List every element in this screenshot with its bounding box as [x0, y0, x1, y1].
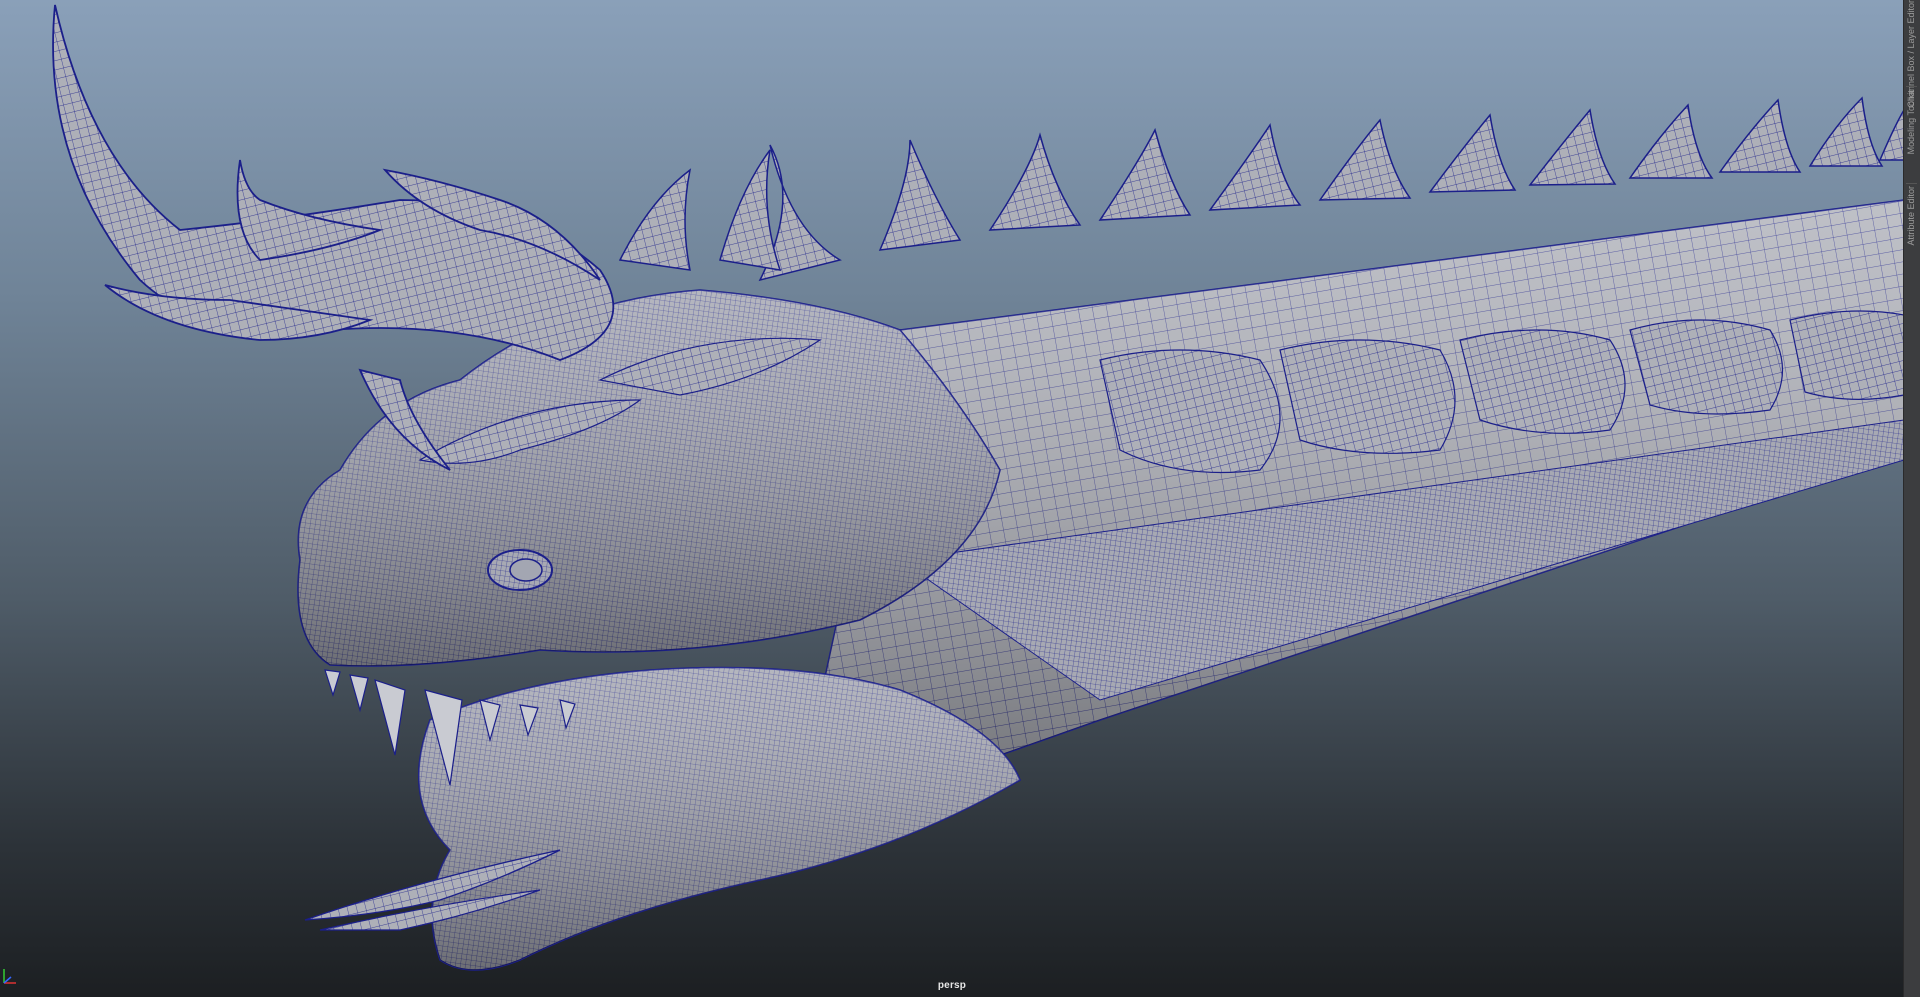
- right-side-panel-tabs: Channel Box / Layer Editor Modeling Tool…: [1903, 0, 1920, 997]
- tab-attribute-editor[interactable]: Attribute Editor: [1904, 186, 1920, 264]
- camera-name-label: persp: [937, 980, 967, 991]
- dragon-mesh: [52, 4, 1904, 971]
- tab-label: Modeling Toolkit: [1906, 90, 1916, 155]
- tab-separator: [1906, 86, 1917, 87]
- tab-label: Attribute Editor: [1906, 186, 1916, 246]
- maya-app-window: persp Channel Box / Layer Editor Modelin…: [0, 0, 1920, 997]
- tab-channel-box-layer-editor[interactable]: Channel Box / Layer Editor: [1904, 0, 1920, 108]
- dragon-jaw: [304, 666, 1021, 971]
- perspective-viewport[interactable]: persp: [0, 0, 1904, 997]
- tab-separator: [1906, 183, 1917, 184]
- tab-modeling-toolkit[interactable]: Modeling Toolkit: [1904, 90, 1920, 180]
